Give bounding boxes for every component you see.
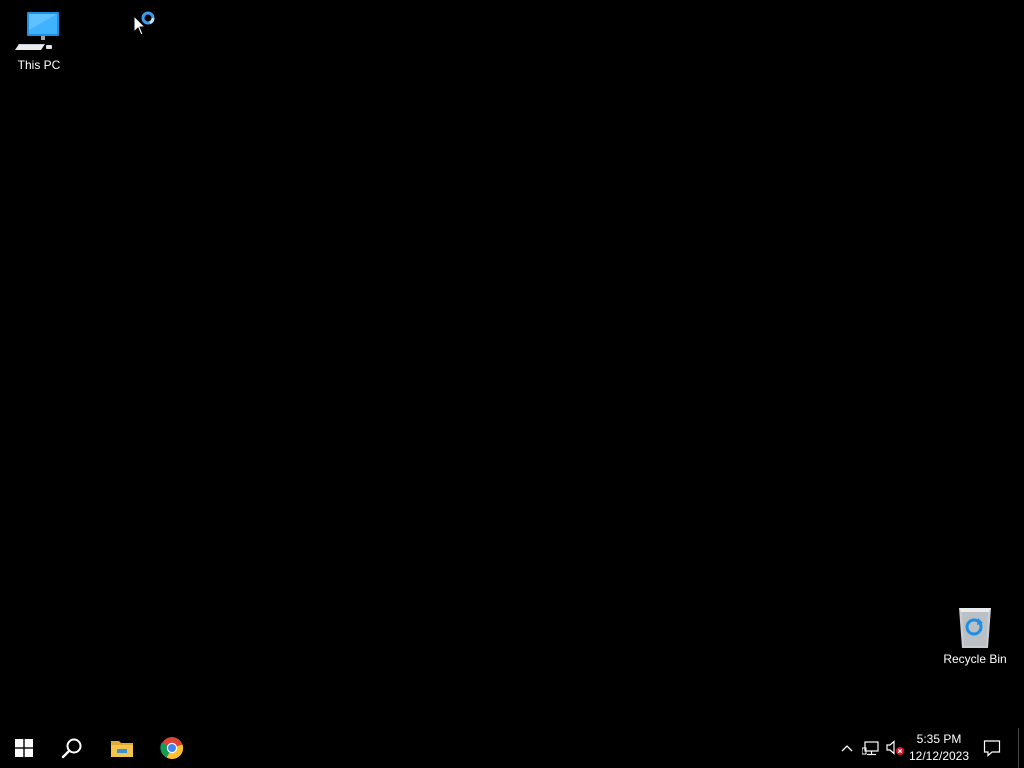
volume-muted-icon xyxy=(886,740,904,755)
action-center-button[interactable] xyxy=(978,728,1006,768)
volume-button[interactable] xyxy=(884,728,906,768)
recycle-bin-icon xyxy=(959,608,991,648)
show-desktop-button[interactable] xyxy=(1018,728,1019,768)
folder-icon xyxy=(111,741,133,757)
desktop-icon-label: This PC xyxy=(17,58,61,72)
clock-time: 5:35 PM xyxy=(916,732,962,746)
chevron-up-icon xyxy=(841,745,853,752)
notification-icon xyxy=(983,740,1001,757)
start-button[interactable] xyxy=(0,728,48,768)
network-button[interactable] xyxy=(860,728,882,768)
windows-logo-icon xyxy=(15,739,33,757)
file-explorer-button[interactable] xyxy=(98,728,146,768)
taskbar: 5:35 PM 12/12/2023 xyxy=(0,728,1024,768)
search-icon xyxy=(61,738,82,759)
chrome-button[interactable] xyxy=(148,728,196,768)
mouse-cursor-icon xyxy=(133,15,147,36)
clock-date: 12/12/2023 xyxy=(908,749,970,763)
chrome-icon xyxy=(160,737,184,760)
desktop[interactable]: This PC Recycle Bin xyxy=(0,0,1024,728)
desktop-icon-this-pc[interactable]: This PC xyxy=(1,8,77,72)
network-icon xyxy=(862,741,879,756)
clock[interactable]: 5:35 PM 12/12/2023 xyxy=(906,728,972,768)
this-pc-icon xyxy=(15,12,59,50)
desktop-icon-label: Recycle Bin xyxy=(943,652,1007,666)
show-hidden-icons-button[interactable] xyxy=(836,728,858,768)
search-button[interactable] xyxy=(48,728,96,768)
desktop-icon-recycle-bin[interactable]: Recycle Bin xyxy=(937,602,1013,666)
